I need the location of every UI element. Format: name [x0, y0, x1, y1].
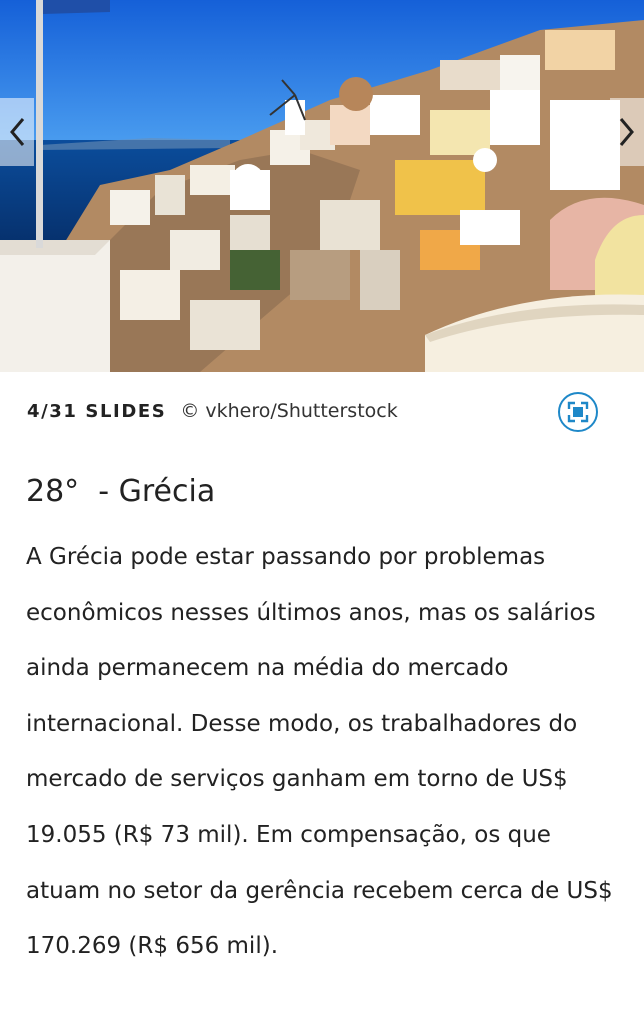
copyright-symbol: ©: [180, 400, 200, 422]
photo-credit-text: vkhero/Shutterstock: [205, 400, 398, 422]
santorini-photo: [0, 0, 644, 372]
slide-image[interactable]: [0, 0, 644, 372]
chevron-right-icon: [619, 118, 634, 146]
article-title: 28° - Grécia: [26, 474, 216, 509]
chevron-left-icon: [10, 118, 25, 146]
next-slide-button[interactable]: [610, 98, 644, 166]
slide-counter: 4/31 SLIDES: [27, 400, 167, 422]
slide-meta-bar: 4/31 SLIDES © vkhero/Shutterstock: [0, 372, 644, 450]
article-body: A Grécia pode estar passando por problem…: [26, 544, 613, 960]
fullscreen-icon: [567, 401, 589, 423]
prev-slide-button[interactable]: [0, 98, 34, 166]
fullscreen-button[interactable]: [558, 392, 598, 432]
photo-credit: © vkhero/Shutterstock: [180, 400, 397, 422]
